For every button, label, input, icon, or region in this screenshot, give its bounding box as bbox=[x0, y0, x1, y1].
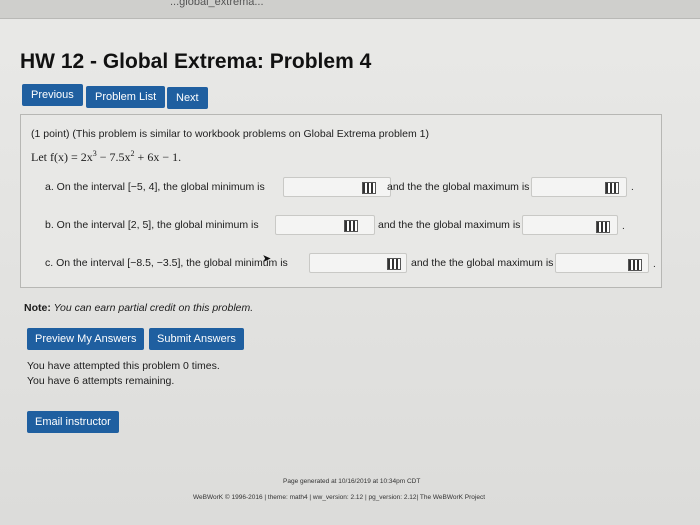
part-b-min-grid-icon[interactable] bbox=[344, 220, 358, 232]
part-c-max-grid-icon[interactable] bbox=[628, 259, 642, 271]
part-b-min-input[interactable] bbox=[275, 215, 375, 235]
problem-intro: (1 point) (This problem is similar to wo… bbox=[31, 128, 429, 140]
attempts-remaining: You have 6 attempts remaining. bbox=[27, 375, 175, 387]
part-a-label: a. On the interval [−5, 4], the global m… bbox=[45, 181, 265, 193]
part-a-row: a. On the interval [−5, 4], the global m… bbox=[21, 177, 661, 199]
part-b-suffix: . bbox=[622, 221, 625, 232]
function-definition: Let f(x) = 2x3 − 7.5x2 + 6x − 1. bbox=[31, 149, 181, 165]
part-b-max-grid-icon[interactable] bbox=[596, 221, 610, 233]
part-c-max-label: and the the global maximum is bbox=[411, 257, 554, 269]
part-b-max-label: and the the global maximum is bbox=[378, 219, 521, 231]
note-text: You can earn partial credit on this prob… bbox=[50, 302, 254, 314]
part-a-max-grid-icon[interactable] bbox=[605, 182, 619, 194]
page-title: HW 12 - Global Extrema: Problem 4 bbox=[20, 50, 372, 73]
part-c-row: c. On the interval [−8.5, −3.5], the glo… bbox=[21, 253, 661, 275]
previous-button[interactable]: Previous bbox=[22, 84, 83, 106]
problem-box: (1 point) (This problem is similar to wo… bbox=[20, 114, 662, 288]
browser-top-bar: ...global_extrema... bbox=[0, 0, 700, 19]
part-b-row: b. On the interval [2, 5], the global mi… bbox=[21, 215, 661, 237]
next-button[interactable]: Next bbox=[167, 87, 208, 109]
part-a-max-label: and the the global maximum is bbox=[387, 181, 530, 193]
part-a-min-grid-icon[interactable] bbox=[362, 182, 376, 194]
part-c-min-grid-icon[interactable] bbox=[387, 258, 401, 270]
mouse-cursor-icon: ➤ bbox=[262, 253, 272, 265]
part-c-label: c. On the interval [−8.5, −3.5], the glo… bbox=[45, 257, 288, 269]
attempts-count: You have attempted this problem 0 times. bbox=[27, 360, 220, 372]
page: ...global_extrema... HW 12 - Global Extr… bbox=[0, 0, 700, 525]
preview-answers-button[interactable]: Preview My Answers bbox=[27, 328, 145, 350]
footer-generated: Page generated at 10/16/2019 at 10:34pm … bbox=[283, 478, 421, 485]
email-instructor-button[interactable]: Email instructor bbox=[27, 411, 119, 433]
part-b-label: b. On the interval [2, 5], the global mi… bbox=[45, 219, 259, 231]
problem-list-button[interactable]: Problem List bbox=[86, 86, 166, 108]
footer-credits: WeBWorK © 1996-2016 | theme: math4 | ww_… bbox=[193, 494, 486, 501]
submit-answers-button[interactable]: Submit Answers bbox=[149, 328, 244, 350]
note-label: Note: bbox=[24, 302, 51, 314]
function-end: + 6x − 1. bbox=[134, 150, 182, 164]
function-text: f(x) = 2x bbox=[50, 150, 93, 164]
note: Note: You can earn partial credit on thi… bbox=[24, 302, 253, 314]
part-a-suffix: . bbox=[631, 182, 634, 193]
function-prefix: Let bbox=[31, 150, 50, 164]
function-middle: − 7.5x bbox=[96, 150, 131, 164]
part-c-suffix: . bbox=[653, 259, 656, 270]
top-bar-text: ...global_extrema... bbox=[170, 0, 264, 8]
